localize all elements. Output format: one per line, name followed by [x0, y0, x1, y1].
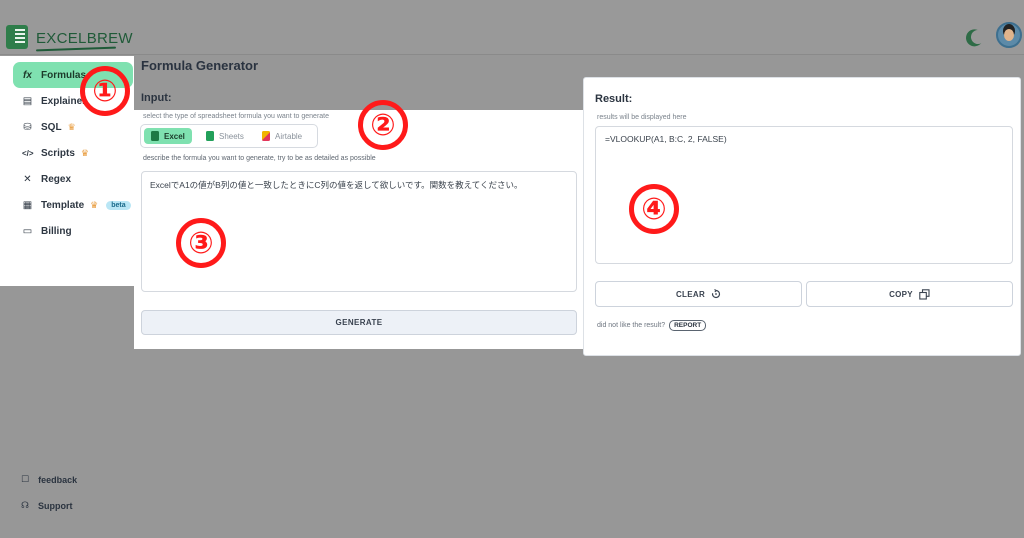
template-icon: ▦ — [22, 199, 33, 211]
spreadsheet-type-selector: Excel Sheets Airtable — [140, 124, 318, 148]
crown-icon: ♛ — [80, 147, 89, 158]
headset-icon: ☊ — [21, 500, 29, 510]
sidebar-item-label: Explainer — [41, 95, 87, 107]
sidebar-item-label: Template — [41, 199, 85, 211]
annotation-3: ③ — [176, 218, 226, 268]
annotation-1: ① — [80, 66, 130, 116]
feedback-row: did not like the result? REPORT — [597, 320, 707, 331]
crown-icon: ♛ — [90, 199, 99, 210]
beta-badge: beta — [106, 200, 131, 210]
card-icon: ▭ — [22, 225, 33, 237]
sidebar-item-sql[interactable]: ⛁ SQL ♛ — [13, 114, 133, 140]
input-heading: Input: — [141, 92, 172, 104]
sidebar-item-label: Formulas — [41, 69, 87, 81]
type-option-label: Airtable — [275, 131, 303, 141]
sidebar-item-label: feedback — [38, 474, 78, 485]
annotation-4: ④ — [629, 184, 679, 234]
sidebar-item-label: Support — [38, 500, 73, 511]
page-title: Formula Generator — [141, 58, 259, 73]
airtable-icon — [262, 131, 270, 141]
feedback-prompt: did not like the result? — [597, 322, 666, 329]
feedback-icon: ☐ — [21, 474, 30, 484]
result-heading: Result: — [595, 93, 633, 105]
excel-logo-icon[interactable] — [6, 25, 28, 49]
top-bar — [0, 0, 1024, 55]
database-icon: ⛁ — [23, 121, 32, 133]
type-hint-text: select the type of spreadsheet formula y… — [143, 113, 330, 120]
sidebar-item-scripts[interactable]: </> Scripts ♛ — [13, 140, 133, 166]
type-option-airtable[interactable]: Airtable — [255, 128, 309, 144]
clear-button-label: CLEAR — [675, 289, 706, 299]
annotation-2: ② — [358, 100, 408, 150]
sidebar-item-template[interactable]: ▦ Template ♛ beta — [13, 192, 133, 218]
app-logo-text[interactable]: EXCELBREW — [36, 30, 133, 47]
reset-icon — [711, 289, 721, 299]
sidebar-item-label: Billing — [41, 225, 72, 237]
generate-button[interactable]: GENERATE — [141, 310, 577, 335]
clear-button[interactable]: CLEAR — [595, 281, 802, 307]
regex-icon: ✕ — [23, 173, 32, 185]
sidebar-item-label: Scripts — [41, 147, 75, 159]
code-icon: </> — [22, 148, 34, 158]
sidebar-item-billing[interactable]: ▭ Billing — [13, 218, 133, 244]
type-option-label: Excel — [164, 131, 185, 141]
type-option-label: Sheets — [219, 131, 244, 141]
crown-icon: ♛ — [67, 121, 76, 132]
sheets-icon — [206, 131, 214, 141]
excel-icon — [151, 131, 159, 141]
avatar[interactable] — [996, 22, 1022, 48]
copy-button[interactable]: COPY — [806, 281, 1013, 307]
type-option-excel[interactable]: Excel — [144, 128, 192, 144]
sidebar-item-label: Regex — [41, 173, 72, 185]
copy-icon — [919, 288, 930, 300]
sidebar-item-feedback[interactable]: ☐ feedback — [21, 474, 77, 485]
description-hint-text: describe the formula you want to generat… — [143, 155, 376, 162]
type-option-sheets[interactable]: Sheets — [199, 128, 251, 144]
copy-button-label: COPY — [889, 289, 913, 299]
sidebar-item-regex[interactable]: ✕ Regex — [13, 166, 133, 192]
sidebar-item-support[interactable]: ☊ Support — [21, 500, 73, 511]
chat-icon: ▤ — [22, 95, 33, 107]
result-hint-text: results will be displayed here — [597, 114, 687, 121]
function-icon: fx — [23, 69, 32, 81]
report-button[interactable]: REPORT — [669, 320, 707, 331]
sidebar-item-label: SQL — [41, 121, 62, 133]
